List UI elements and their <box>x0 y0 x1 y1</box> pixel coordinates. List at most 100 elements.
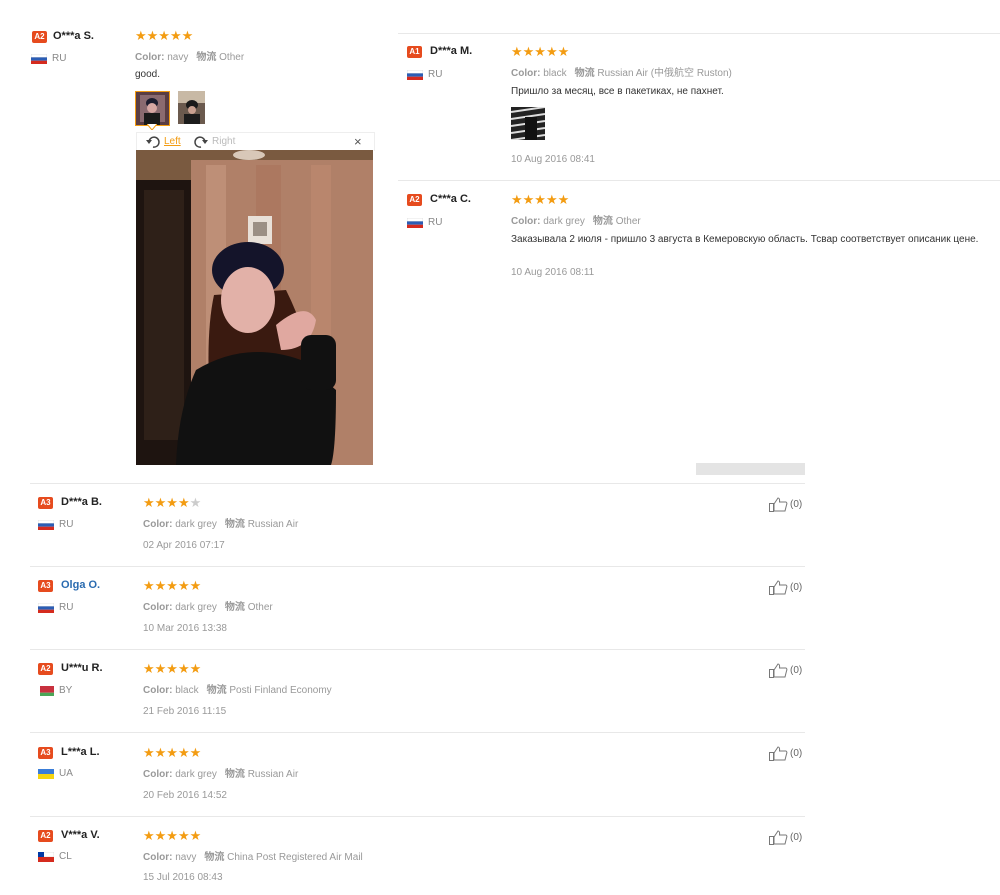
review-meta: Color: dark grey 物流 Other <box>511 212 641 227</box>
star-rating: ★★★★★ <box>511 192 570 207</box>
reviewer-name: D***a B. <box>61 496 102 508</box>
logistics-label: 物流 <box>206 685 227 696</box>
review-text: good. <box>135 69 161 80</box>
reviewer-country: BY <box>59 685 73 696</box>
shipping-value: Russian Air <box>247 519 299 530</box>
color-label: Color: <box>143 602 173 613</box>
rotate-left-icon[interactable] <box>145 135 161 149</box>
buyer-level-badge: A2 <box>38 830 53 842</box>
reviewer-name: V***a V. <box>61 829 100 841</box>
color-label: Color: <box>511 216 541 227</box>
color-value: navy <box>167 52 189 63</box>
color-label: Color: <box>143 769 173 780</box>
review-meta: Color: dark grey 物流 Russian Air <box>143 765 298 780</box>
color-label: Color: <box>135 52 165 63</box>
review-photo-large <box>136 150 373 465</box>
thumbs-up-icon <box>769 497 788 512</box>
review-photo-thumbnail[interactable] <box>135 91 170 126</box>
logistics-label: 物流 <box>592 216 613 227</box>
buyer-level-badge: A1 <box>407 46 422 58</box>
color-label: Color: <box>511 68 541 79</box>
buyer-level-badge: A2 <box>38 663 53 675</box>
helpful-count: (0) <box>790 832 803 843</box>
reviewer-name[interactable]: Olga O. <box>61 579 100 591</box>
review-date: 21 Feb 2016 11:15 <box>143 706 227 717</box>
review-text: Заказывала 2 июля - пришло 3 августа в К… <box>511 234 979 245</box>
helpful-count: (0) <box>790 582 803 593</box>
belarus-flag-icon <box>38 686 54 696</box>
close-viewer-button[interactable]: × <box>354 134 362 149</box>
star-rating: ★★★★★ <box>143 661 202 676</box>
review-date: 10 Aug 2016 08:11 <box>511 267 595 278</box>
review-date: 02 Apr 2016 07:17 <box>143 540 225 551</box>
color-value: dark grey <box>543 216 585 227</box>
color-label: Color: <box>143 852 173 863</box>
helpful-button[interactable]: (0) <box>769 580 802 595</box>
color-value: black <box>543 68 567 79</box>
divider <box>30 649 805 650</box>
logistics-label: 物流 <box>196 52 217 63</box>
star-rating: ★★★★★ <box>143 828 202 843</box>
photo-viewer-scrollbar[interactable] <box>696 463 805 475</box>
helpful-button[interactable]: (0) <box>769 830 802 845</box>
logistics-label: 物流 <box>224 519 245 530</box>
star-rating: ★★★★★ <box>135 28 194 43</box>
reviewer-country: RU <box>59 519 74 530</box>
helpful-button[interactable]: (0) <box>769 746 802 761</box>
buyer-level-badge: A3 <box>38 580 53 592</box>
helpful-count: (0) <box>790 499 803 510</box>
russia-flag-icon <box>31 54 47 64</box>
review-meta: Color: navy 物流 China Post Registered Air … <box>143 848 363 863</box>
reviewer-country: UA <box>59 768 73 779</box>
rotate-right-icon[interactable] <box>193 135 209 149</box>
color-label: Color: <box>143 519 173 530</box>
logistics-label: 物流 <box>224 602 245 613</box>
reviewer-country: RU <box>428 69 443 80</box>
review-meta: Color: dark grey 物流 Other <box>143 598 273 613</box>
shipping-value: Other <box>247 602 273 613</box>
review-date: 15 Jul 2016 08:43 <box>143 872 223 883</box>
buyer-level-badge: A2 <box>32 31 47 43</box>
thumbnail-pointer-icon <box>147 124 157 130</box>
divider <box>398 180 1000 181</box>
logistics-label: 物流 <box>204 852 225 863</box>
review-meta: Color: black 物流 Posti Finland Economy <box>143 681 332 696</box>
logistics-label: 物流 <box>574 68 595 79</box>
reviewer-country: RU <box>428 217 443 228</box>
review-date: 10 Aug 2016 08:41 <box>511 154 595 165</box>
reviewer-name: L***a L. <box>61 746 100 758</box>
color-value: black <box>175 685 199 696</box>
reviewer-country: RU <box>52 53 67 64</box>
review-date: 20 Feb 2016 14:52 <box>143 790 227 801</box>
thumbs-up-icon <box>769 663 788 678</box>
color-value: dark grey <box>175 602 217 613</box>
logistics-label: 物流 <box>224 769 245 780</box>
color-value: dark grey <box>175 769 217 780</box>
shipping-value: Posti Finland Economy <box>229 685 332 696</box>
russia-flag-icon <box>407 218 423 228</box>
shipping-value: China Post Registered Air Mail <box>227 852 363 863</box>
star-rating: ★★★★★ <box>143 745 202 760</box>
review-meta: Color: dark grey 物流 Russian Air <box>143 515 298 530</box>
review-date: 10 Mar 2016 13:38 <box>143 623 227 634</box>
rotate-right-link[interactable]: Right <box>212 136 235 147</box>
photo-thumbnail-image <box>178 91 205 124</box>
color-value: dark grey <box>175 519 217 530</box>
review-photo-thumbnail[interactable] <box>511 107 545 140</box>
divider <box>30 483 805 484</box>
review-photo-thumbnail[interactable] <box>178 91 205 124</box>
divider <box>30 566 805 567</box>
photo-viewer-toolbar: Left Right × <box>136 132 375 151</box>
helpful-count: (0) <box>790 748 803 759</box>
rotate-left-link[interactable]: Left <box>164 136 181 147</box>
review-meta: Color: black 物流 Russian Air (中俄航空 Ruston) <box>511 64 732 79</box>
shipping-value: Other <box>615 216 641 227</box>
reviewer-name: D***a M. <box>430 45 473 57</box>
divider <box>398 33 1000 34</box>
helpful-button[interactable]: (0) <box>769 663 802 678</box>
helpful-button[interactable]: (0) <box>769 497 802 512</box>
russia-flag-icon <box>407 70 423 80</box>
reviewer-country: RU <box>59 602 74 613</box>
shipping-value: Russian Air <box>247 769 299 780</box>
star-rating: ★★★★★ <box>143 495 202 510</box>
